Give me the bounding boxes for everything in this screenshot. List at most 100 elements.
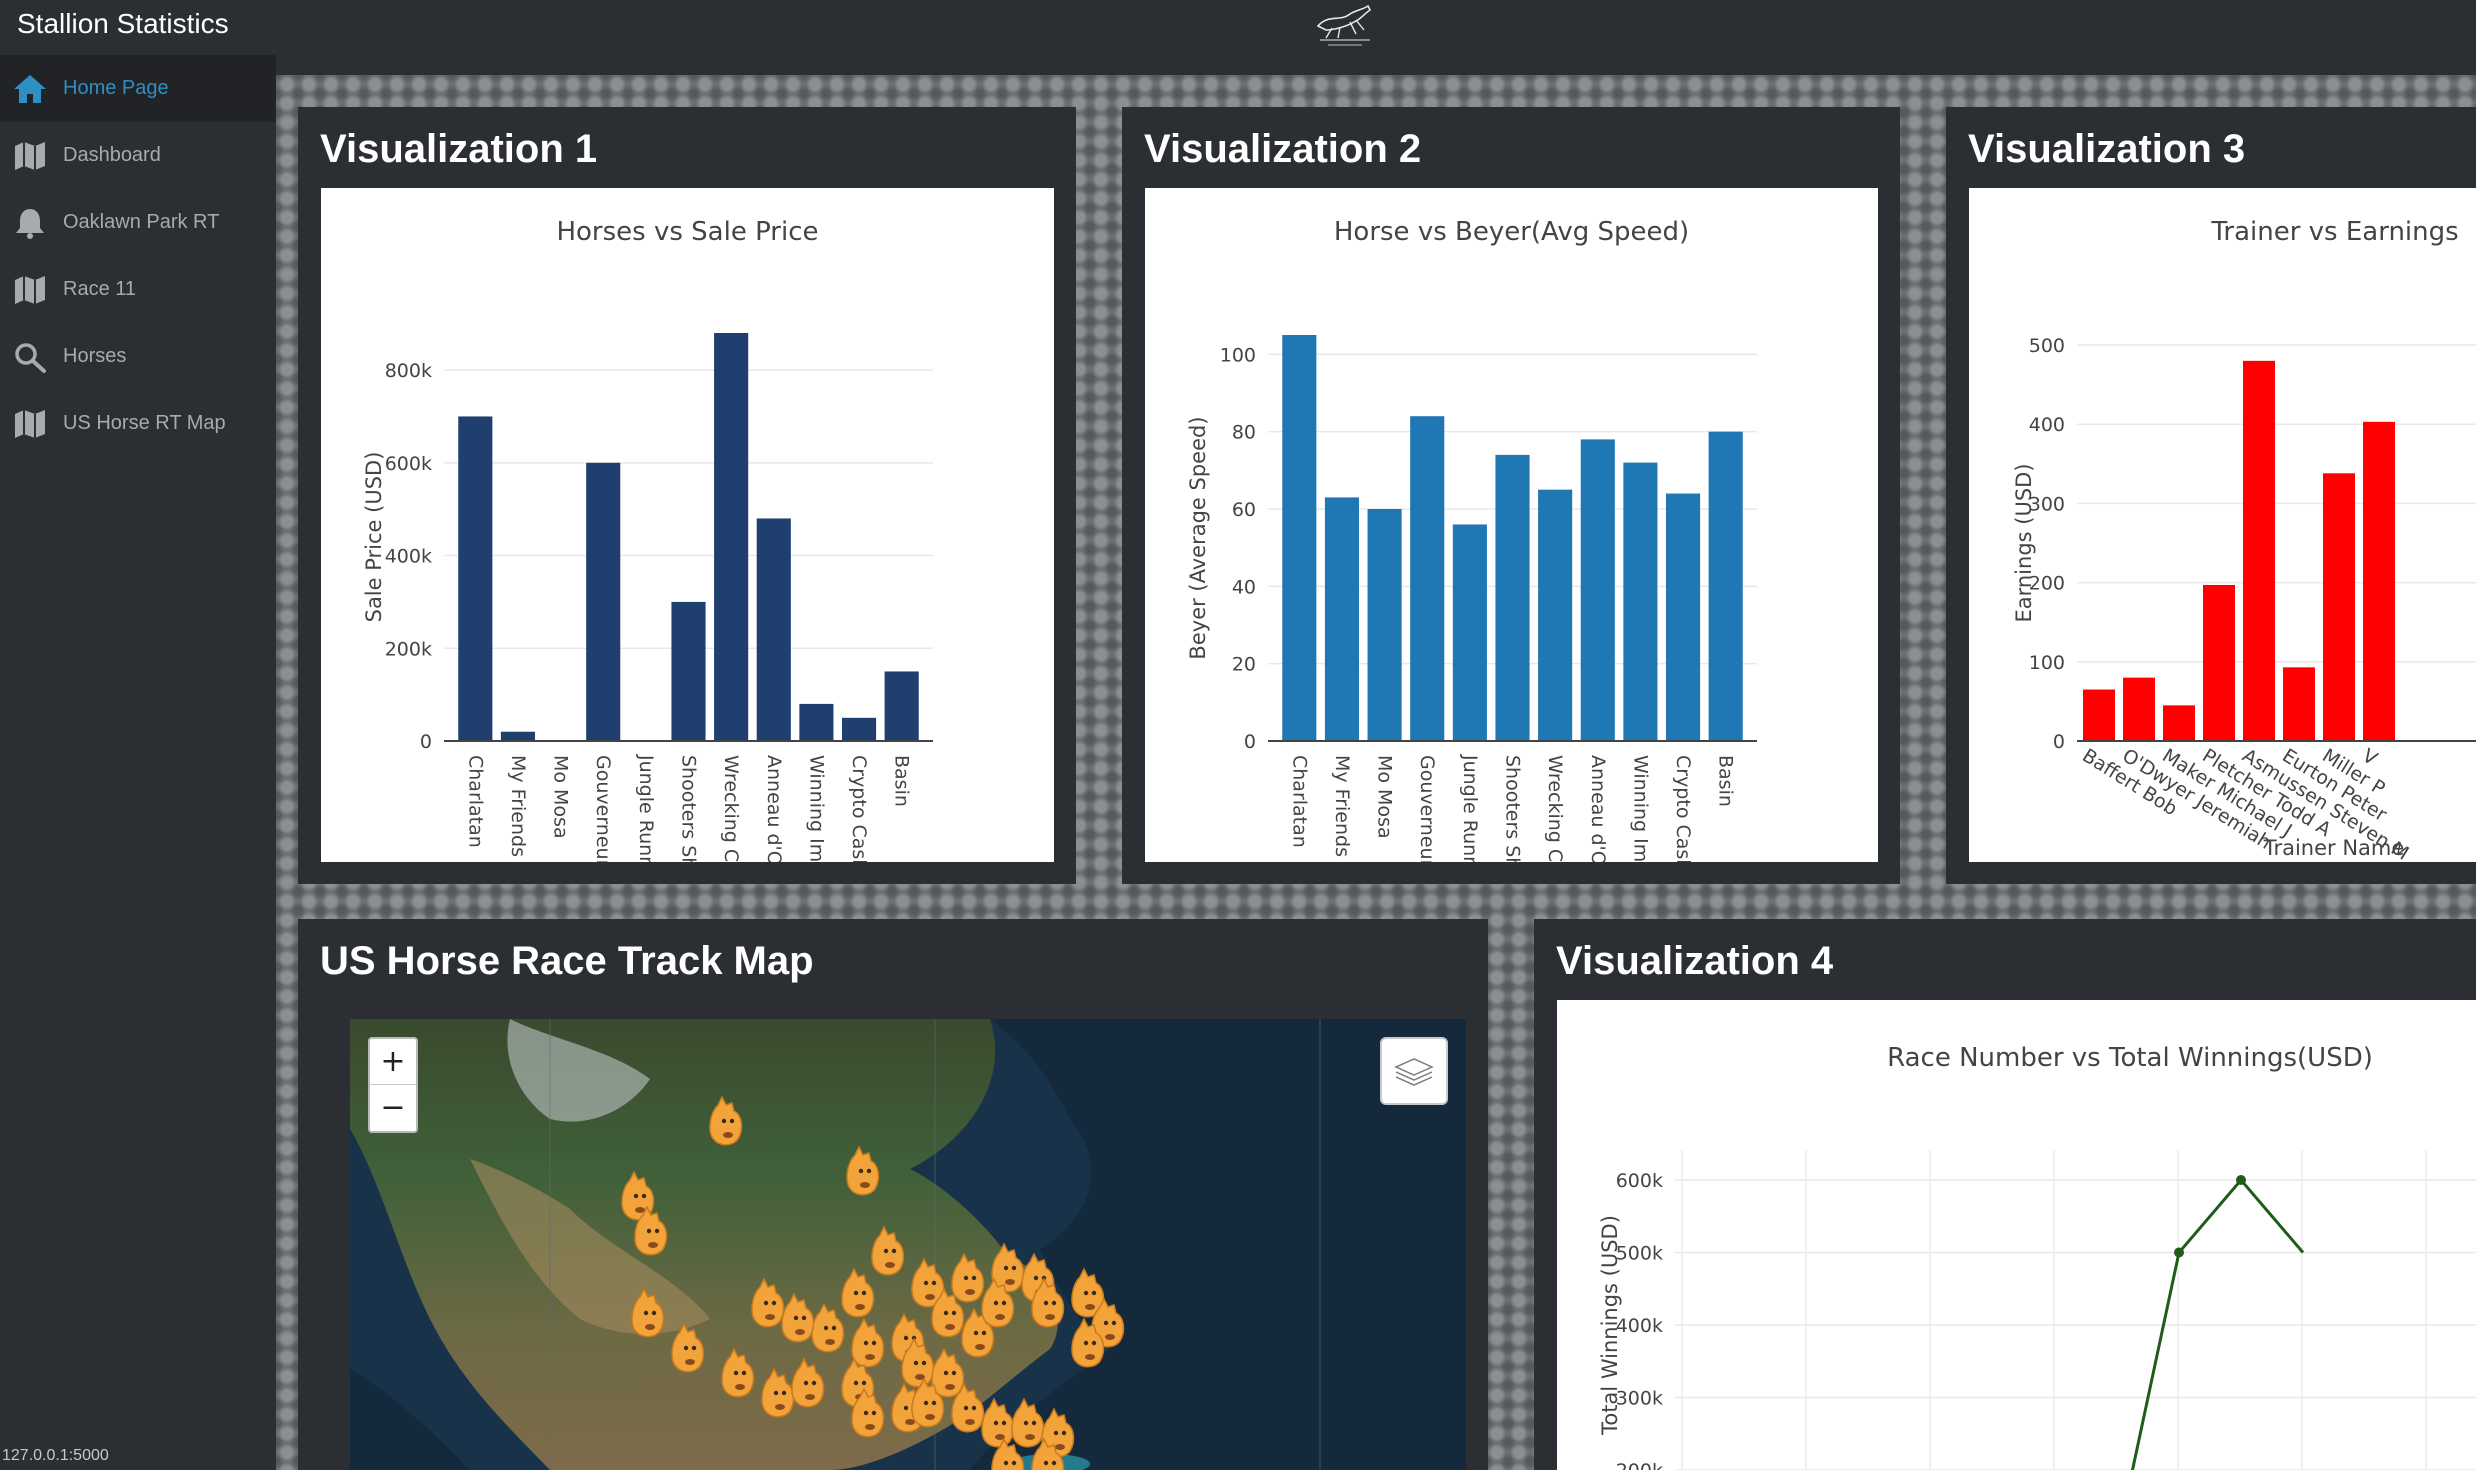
data-point bbox=[2236, 1175, 2246, 1185]
y-tick-label: 500 bbox=[2029, 335, 2065, 357]
x-tick-label: Mo Mosa bbox=[1374, 755, 1396, 839]
sidebar-item-horses[interactable]: Horses bbox=[0, 323, 276, 390]
chart-title: Horse vs Beyer(Avg Speed) bbox=[1334, 217, 1689, 247]
bar bbox=[2163, 705, 2195, 741]
bell-icon bbox=[10, 203, 50, 243]
chart-svg: Horse vs Beyer(Avg Speed) 0 20 40 60 80 100 Bey… bbox=[1186, 217, 1757, 862]
bar bbox=[884, 671, 919, 741]
x-tick-label: Wrecking Cr bbox=[1544, 755, 1566, 862]
bar bbox=[2243, 360, 2275, 741]
y-tick-label: 0 bbox=[2053, 731, 2065, 753]
y-tick-label: 300k bbox=[1616, 1388, 1663, 1410]
chart-svg: Horses vs Sale Price 0 200k 400k 600k 800k Sal… bbox=[362, 217, 933, 862]
x-tick-label: My Friends B bbox=[507, 755, 529, 862]
y-tick-label: 20 bbox=[1232, 654, 1256, 676]
bar bbox=[2083, 689, 2115, 741]
chart-title: Trainer vs Earnings bbox=[2210, 217, 2458, 247]
bar bbox=[799, 703, 834, 741]
zoom-control: + − bbox=[368, 1037, 418, 1133]
horse-head-icon bbox=[931, 1347, 965, 1398]
chart-title: Horses vs Sale Price bbox=[556, 217, 818, 247]
sidebar: Home Page Dashboard Oaklawn Park RT Race… bbox=[0, 55, 276, 1470]
top-bar: Stallion Statistics bbox=[0, 0, 2476, 55]
sidebar-item-us-horse-rt-map[interactable]: US Horse RT Map bbox=[0, 390, 276, 457]
x-tick-label: Shooters Sh bbox=[678, 755, 700, 862]
x-tick-label: Anneau d'Or bbox=[1587, 755, 1609, 862]
y-tick-label: 100 bbox=[2029, 652, 2065, 674]
bar bbox=[1580, 439, 1615, 741]
bar bbox=[1495, 454, 1530, 741]
sidebar-item-home-page[interactable]: Home Page bbox=[0, 55, 276, 122]
chart-svg: Trainer vs Earnings0100200300400500Earni… bbox=[2012, 217, 2476, 862]
viz3-plot[interactable]: Trainer vs Earnings 0 100 200 300 400 500 Earni… bbox=[1969, 188, 2476, 862]
bar bbox=[1324, 497, 1360, 741]
sidebar-item-label: US Horse RT Map bbox=[63, 412, 226, 434]
app-title[interactable]: Stallion Statistics bbox=[17, 8, 229, 40]
chart-svg: Race Number vs Total Winnings(USD) 200k 30… bbox=[1598, 1043, 2476, 1470]
race-track-map[interactable]: + − bbox=[350, 1019, 1466, 1470]
y-tick-label: 400k bbox=[385, 546, 432, 568]
x-tick-label: Jungle Runn bbox=[635, 754, 657, 862]
horse-head-icon bbox=[851, 1317, 885, 1368]
bar bbox=[756, 518, 791, 741]
viz2-plot[interactable]: Horse vs Beyer(Avg Speed) 0 20 40 60 80 100 Bey… bbox=[1145, 188, 1878, 862]
bar bbox=[1282, 335, 1317, 741]
bar bbox=[2123, 677, 2155, 741]
layers-icon bbox=[1394, 1058, 1434, 1086]
bar bbox=[2363, 421, 2395, 741]
x-tick-label: Basin bbox=[1715, 755, 1737, 807]
y-tick-label: 0 bbox=[1244, 731, 1256, 753]
horse-head-icon bbox=[709, 1095, 743, 1146]
x-tick-label: Basin bbox=[891, 755, 913, 807]
sidebar-item-dashboard[interactable]: Dashboard bbox=[0, 122, 276, 189]
horse-head-icon bbox=[751, 1277, 785, 1328]
panel-title: Visualization 3 bbox=[1968, 127, 2246, 171]
x-tick-label: Gouverneur bbox=[592, 755, 614, 862]
bar bbox=[1452, 524, 1487, 741]
y-axis-label: Beyer (Average Speed) bbox=[1186, 416, 1210, 659]
panel-title: Visualization 2 bbox=[1144, 127, 1422, 171]
map-icon bbox=[10, 404, 50, 444]
x-axis-label: Trainer Name bbox=[2263, 836, 2405, 860]
y-axis-label: Sale Price (USD) bbox=[362, 452, 386, 623]
horse-head-icon bbox=[951, 1252, 985, 1303]
viz1-plot[interactable]: Horses vs Sale Price 0 200k 400k 600k 800k Sal… bbox=[321, 188, 1054, 862]
map-panel: US Horse Race Track Map + − bbox=[298, 919, 1488, 1470]
sidebar-item-race-11[interactable]: Race 11 bbox=[0, 256, 276, 323]
bar bbox=[2283, 667, 2315, 741]
y-axis-label: Total Winnings (USD) bbox=[1598, 1215, 1622, 1436]
bar bbox=[1665, 493, 1701, 741]
panel-title: Visualization 4 bbox=[1556, 939, 1834, 983]
x-tick-label: Charlatan bbox=[1288, 755, 1310, 848]
horse-head-icon bbox=[871, 1225, 905, 1276]
x-tick-label: Wrecking Cr bbox=[720, 755, 742, 862]
search-icon bbox=[10, 337, 50, 377]
horse-head-icon bbox=[671, 1322, 705, 1373]
x-tick-label: My Friends B bbox=[1331, 755, 1353, 862]
sidebar-item-label: Dashboard bbox=[63, 144, 161, 166]
chart-title: Race Number vs Total Winnings(USD) bbox=[1887, 1043, 2373, 1073]
viz4-plot[interactable]: Race Number vs Total Winnings(USD) 200k 30… bbox=[1557, 1000, 2476, 1470]
bar bbox=[714, 333, 749, 741]
layers-button[interactable] bbox=[1380, 1037, 1448, 1105]
map-icon bbox=[10, 136, 50, 176]
bar bbox=[1410, 416, 1445, 741]
y-tick-label: 100 bbox=[1220, 344, 1256, 366]
zoom-out-button[interactable]: − bbox=[370, 1084, 416, 1130]
track-markers-layer bbox=[621, 1095, 1125, 1470]
x-tick-label: Gouverneur bbox=[1416, 755, 1438, 862]
horse-head-icon bbox=[761, 1367, 795, 1418]
bar bbox=[2323, 473, 2355, 741]
horse-head-icon bbox=[1011, 1397, 1045, 1448]
y-axis-label: Earnings (USD) bbox=[2012, 463, 2036, 622]
y-tick-label: 0 bbox=[420, 731, 432, 753]
data-point bbox=[2174, 1247, 2184, 1258]
horse-logo-icon bbox=[1316, 4, 1372, 46]
sidebar-item-oaklawn-park-rt[interactable]: Oaklawn Park RT bbox=[0, 189, 276, 256]
y-tick-label: 400k bbox=[1616, 1315, 1663, 1337]
horse-head-icon bbox=[721, 1347, 755, 1398]
zoom-in-button[interactable]: + bbox=[370, 1039, 416, 1084]
x-tick-label: Mo Mosa bbox=[550, 755, 572, 839]
horse-head-icon bbox=[846, 1145, 880, 1196]
y-tick-label: 200k bbox=[385, 638, 432, 660]
